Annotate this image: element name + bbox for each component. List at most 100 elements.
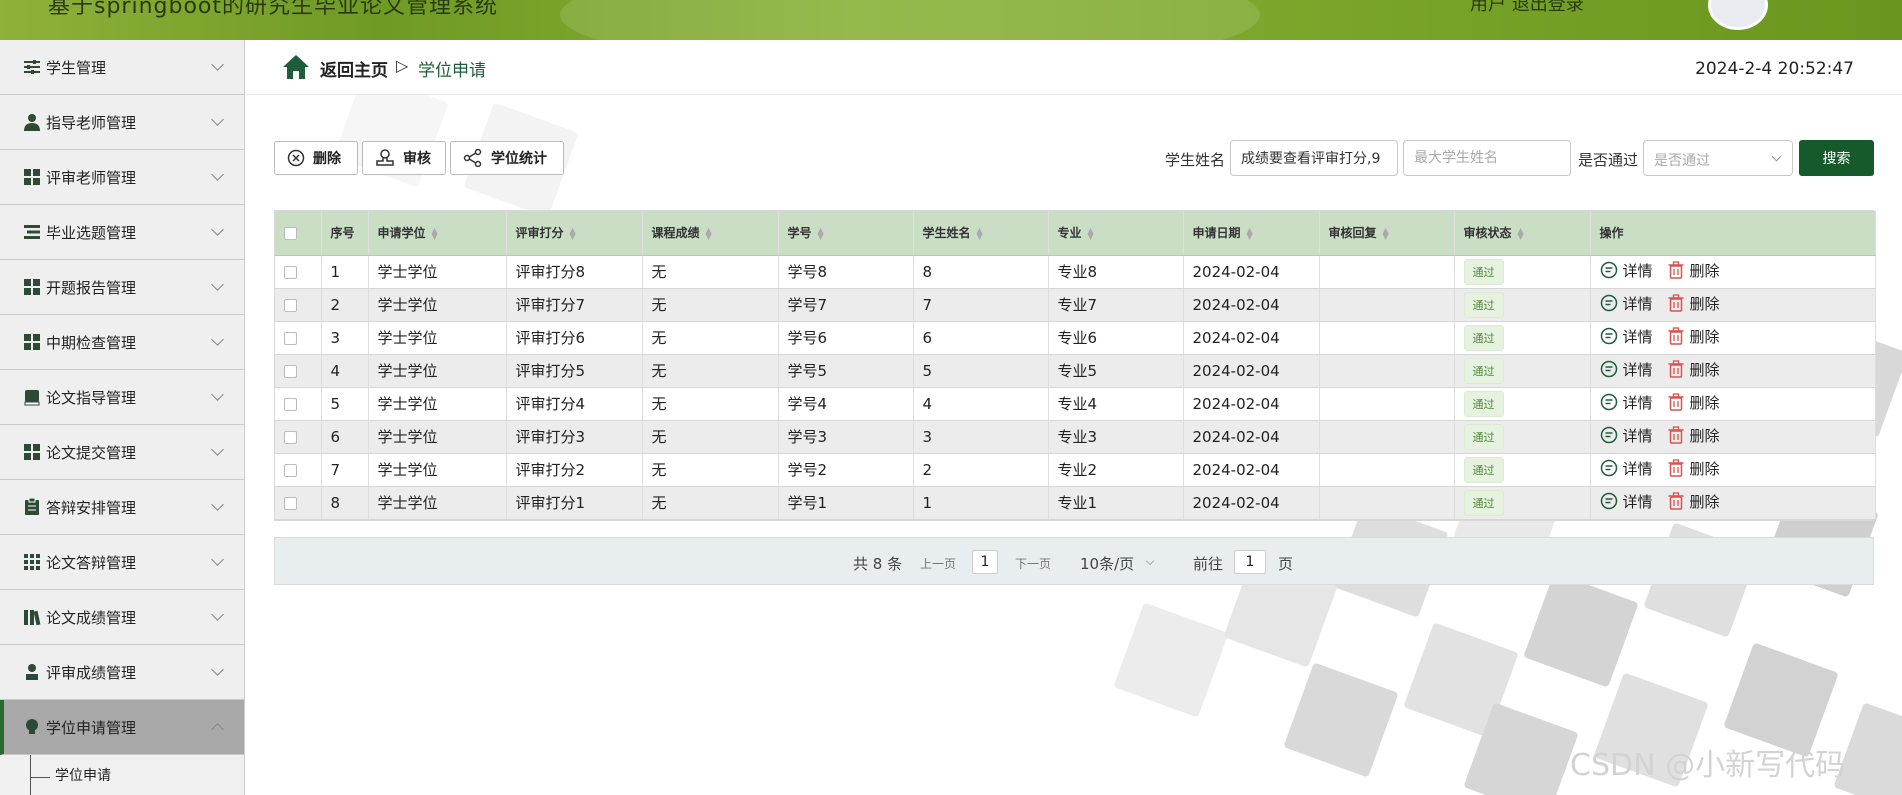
cell-actions: 详情 删除: [1590, 486, 1876, 520]
cell-status: 通过: [1454, 420, 1591, 454]
row-delete-button[interactable]: 删除: [1667, 425, 1720, 446]
sidebar-subitem-degree-apply[interactable]: 学位申请: [0, 755, 244, 795]
cell-idx: 4: [321, 354, 369, 388]
current-page[interactable]: 1: [972, 550, 998, 574]
next-page-button[interactable]: 下一页: [1015, 555, 1051, 572]
table-row: 1 学士学位 评审打分8 无学号8 8 专业8 2024-02-04 通过 详情 删除: [275, 255, 1876, 289]
row-checkbox[interactable]: [275, 387, 322, 421]
row-checkbox[interactable]: [275, 453, 322, 487]
delete-label: 删除: [1689, 426, 1720, 445]
cell-score: 评审打分4: [506, 387, 643, 421]
row-delete-button[interactable]: 删除: [1667, 293, 1720, 314]
detail-button[interactable]: 详情: [1600, 425, 1653, 446]
delete-label: 删除: [1689, 261, 1720, 280]
detail-button[interactable]: 详情: [1600, 260, 1653, 281]
select-all-checkbox[interactable]: [275, 211, 322, 256]
detail-icon: [1600, 427, 1617, 444]
cell-degree: 学士学位: [368, 453, 507, 487]
sidebar-item-defense-schedule[interactable]: 答辩安排管理: [0, 480, 244, 535]
column-header[interactable]: 评审打分 ▲ ▼: [506, 211, 643, 256]
row-delete-button[interactable]: 删除: [1667, 260, 1720, 281]
sidebar-item-guidance[interactable]: 论文指导管理: [0, 370, 244, 425]
status-badge: 通过: [1463, 291, 1504, 318]
cell-reply: [1319, 354, 1455, 388]
cell-course: 无: [642, 255, 779, 289]
cell-actions: 详情 删除: [1590, 420, 1876, 454]
max-student-name-input[interactable]: [1403, 140, 1571, 176]
cell-major: 专业6: [1048, 321, 1184, 355]
detail-button[interactable]: 详情: [1600, 458, 1653, 479]
cell-reply: [1319, 453, 1455, 487]
main-content: 返回主页 ▷ 学位申请 2024-2-4 20:52:47 删除 审核 学位统计…: [246, 40, 1902, 795]
delete-button[interactable]: 删除: [274, 141, 358, 175]
sidebar-item-thesis-grade[interactable]: 论文成绩管理: [0, 590, 244, 645]
chevron-down-icon: [211, 443, 224, 456]
row-delete-button[interactable]: 删除: [1667, 491, 1720, 512]
row-delete-button[interactable]: 删除: [1667, 359, 1720, 380]
detail-button[interactable]: 详情: [1600, 293, 1653, 314]
cell-course: 无: [642, 354, 779, 388]
sidebar-item-degree[interactable]: 学位申请管理: [0, 700, 244, 755]
column-header[interactable]: 审核回复 ▲ ▼: [1319, 211, 1455, 256]
breadcrumb: 返回主页 ▷ 学位申请 2024-2-4 20:52:47: [246, 40, 1902, 95]
avatar[interactable]: [1708, 0, 1768, 30]
column-header[interactable]: 审核状态 ▲ ▼: [1454, 211, 1591, 256]
tree-line: [30, 755, 31, 795]
row-checkbox[interactable]: [275, 288, 322, 322]
review-button[interactable]: 审核: [362, 141, 446, 175]
prev-page-button[interactable]: 上一页: [920, 555, 956, 572]
detail-button[interactable]: 详情: [1600, 326, 1653, 347]
sidebar-item-label: 论文提交管理: [46, 443, 137, 462]
sidebar-item-submit[interactable]: 论文提交管理: [0, 425, 244, 480]
goto-page-input[interactable]: 1: [1234, 550, 1266, 574]
sidebar-item-reviewer[interactable]: 评审老师管理: [0, 150, 244, 205]
pass-select[interactable]: 是否通过: [1643, 140, 1793, 176]
row-checkbox[interactable]: [275, 321, 322, 355]
detail-button[interactable]: 详情: [1600, 359, 1653, 380]
home-icon[interactable]: [282, 54, 310, 80]
page-size-select[interactable]: 10条/页: [1080, 553, 1134, 574]
breadcrumb-home-link[interactable]: 返回主页: [320, 56, 388, 81]
student-name-input[interactable]: [1230, 140, 1398, 176]
sidebar-item-student[interactable]: 学生管理: [0, 40, 244, 95]
trash-icon: [1668, 492, 1684, 510]
degree-stats-button[interactable]: 学位统计: [450, 141, 564, 175]
column-header[interactable]: 学生姓名 ▲ ▼: [913, 211, 1049, 256]
detail-button[interactable]: 详情: [1600, 392, 1653, 413]
cell-idx: 3: [321, 321, 369, 355]
delete-button-label: 删除: [313, 151, 341, 167]
sidebar-item-topic[interactable]: 毕业选题管理: [0, 205, 244, 260]
header-user-links[interactable]: 用户 退出登录: [1470, 0, 1584, 16]
total-count: 共 8 条: [853, 555, 903, 573]
row-checkbox[interactable]: [275, 486, 322, 520]
column-header[interactable]: 专业 ▲ ▼: [1048, 211, 1184, 256]
delete-label: 删除: [1689, 294, 1720, 313]
column-header[interactable]: 课程成绩 ▲ ▼: [642, 211, 779, 256]
cell-date: 2024-02-04: [1183, 387, 1320, 421]
cell-major: 专业1: [1048, 486, 1184, 520]
detail-icon: [1600, 394, 1617, 411]
apps-icon: [22, 552, 42, 572]
status-badge: 通过: [1463, 357, 1504, 384]
row-checkbox[interactable]: [275, 354, 322, 388]
column-header[interactable]: 学号 ▲ ▼: [778, 211, 914, 256]
column-header[interactable]: 申请日期 ▲ ▼: [1183, 211, 1320, 256]
delete-label: 删除: [1689, 492, 1720, 511]
cell-major: 专业5: [1048, 354, 1184, 388]
cell-name: 6: [913, 321, 1049, 355]
search-button[interactable]: 搜索: [1799, 140, 1874, 176]
sidebar-item-label: 论文答辩管理: [46, 553, 137, 572]
row-delete-button[interactable]: 删除: [1667, 458, 1720, 479]
sidebar-item-proposal[interactable]: 开题报告管理: [0, 260, 244, 315]
row-delete-button[interactable]: 删除: [1667, 392, 1720, 413]
sidebar-item-defense[interactable]: 论文答辩管理: [0, 535, 244, 590]
row-checkbox[interactable]: [275, 255, 322, 289]
sidebar-item-midterm[interactable]: 中期检查管理: [0, 315, 244, 370]
sidebar-item-advisor[interactable]: 指导老师管理: [0, 95, 244, 150]
column-header[interactable]: 申请学位 ▲ ▼: [368, 211, 507, 256]
row-checkbox[interactable]: [275, 420, 322, 454]
detail-button[interactable]: 详情: [1600, 491, 1653, 512]
chevron-down-icon: [211, 553, 224, 566]
sidebar-item-review-grade[interactable]: 评审成绩管理: [0, 645, 244, 700]
row-delete-button[interactable]: 删除: [1667, 326, 1720, 347]
